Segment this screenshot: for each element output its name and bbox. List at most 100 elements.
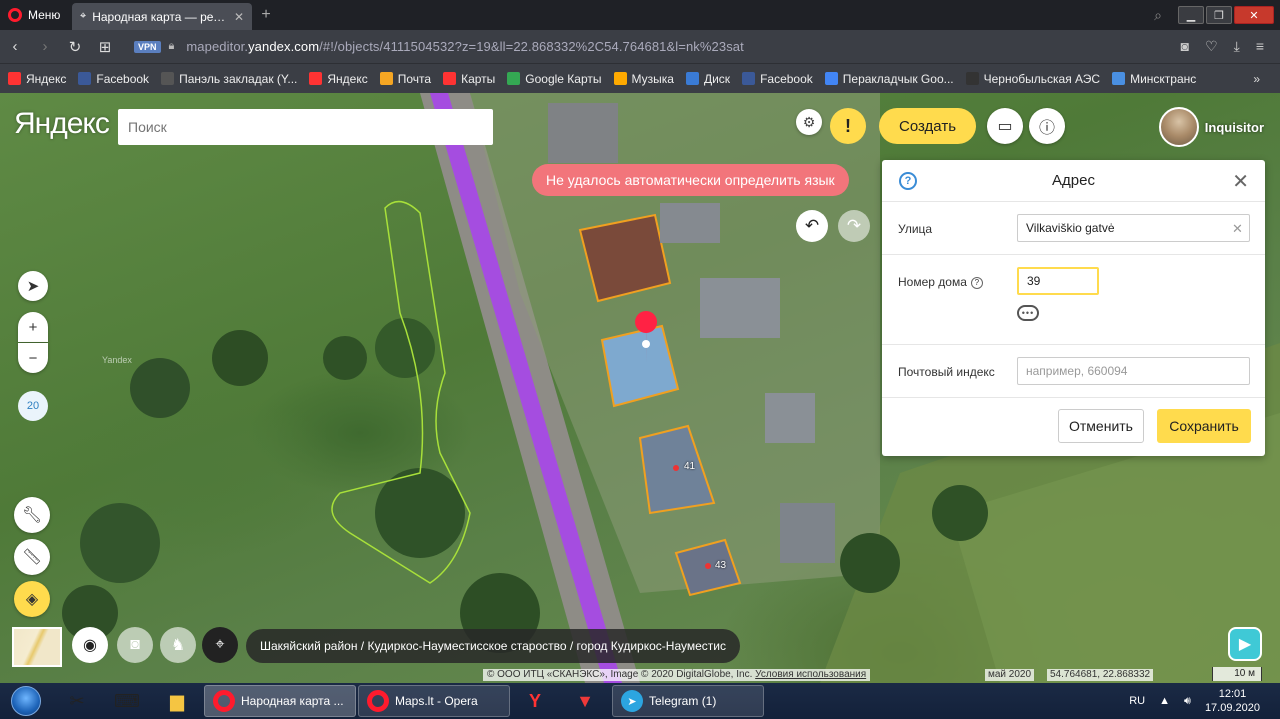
zoom-in-button[interactable]: +: [18, 312, 48, 342]
back-icon[interactable]: ‹: [0, 38, 30, 55]
windows-logo-icon: [11, 686, 41, 716]
cancel-button[interactable]: Отменить: [1058, 409, 1144, 443]
bookmark-item[interactable]: Чернобыльская АЭС: [965, 72, 1100, 86]
bookmark-item[interactable]: Перакладчык Goo...: [824, 72, 954, 86]
opera-menu-button[interactable]: Меню: [0, 0, 72, 30]
coordinates-readout: 54.764681, 22.868332: [1047, 669, 1154, 681]
bookmark-item[interactable]: Минсктранс: [1112, 72, 1196, 86]
taskbar-task-mapslt[interactable]: Maps.lt - Opera: [358, 685, 510, 717]
zoom-out-button[interactable]: −: [18, 343, 48, 373]
start-button[interactable]: [0, 683, 52, 719]
translate-icon: [824, 72, 838, 85]
taskbar-task-narodnaya[interactable]: Народная карта ...: [204, 685, 356, 717]
create-button[interactable]: Создать: [879, 108, 977, 144]
avatar[interactable]: [1158, 107, 1199, 147]
bookmarks-bar: Яндекс Facebook Панэль закладак (Y... Яндек…: [0, 63, 1280, 93]
close-icon[interactable]: ✕: [1232, 169, 1249, 194]
yandex-icon: [8, 72, 21, 85]
close-window-button[interactable]: ✕: [1234, 6, 1274, 24]
alert-exclamation-icon[interactable]: !: [830, 108, 866, 144]
address-panel: ? Адрес ✕ Улица ✕ Номер дома? ••• Почтов…: [882, 160, 1265, 456]
bookmark-item[interactable]: Facebook: [78, 72, 149, 86]
new-tab-button[interactable]: +: [254, 0, 278, 30]
explorer-folder-icon[interactable]: ▆: [152, 684, 202, 718]
url-field[interactable]: mapeditor.yandex.com/#!/objects/41115045…: [186, 39, 743, 54]
layers-icon[interactable]: ◈: [14, 581, 50, 617]
forward-icon[interactable]: ›: [30, 38, 60, 55]
house-help-icon[interactable]: ?: [970, 276, 983, 289]
ruler-icon[interactable]: 📏︎: [14, 539, 50, 575]
bookmark-item[interactable]: Яндекс: [309, 71, 368, 86]
settings-gear-icon[interactable]: ⚙: [796, 109, 822, 135]
tab-close-icon[interactable]: ✕: [234, 10, 244, 24]
bookmark-item[interactable]: Яндекс: [8, 72, 66, 86]
location-pin-icon[interactable]: ⌖: [202, 627, 238, 663]
clear-street-icon[interactable]: ✕: [1232, 221, 1243, 237]
snipping-tool-icon[interactable]: ✂: [52, 684, 102, 718]
minimap[interactable]: [12, 627, 62, 667]
user-profile[interactable]: Inquisitor: [1158, 107, 1264, 147]
volume-icon[interactable]: 🔊︎: [1184, 695, 1191, 708]
bookmark-item[interactable]: Google Карты: [507, 72, 602, 86]
chat-icon[interactable]: ▭: [987, 108, 1023, 144]
undo-icon[interactable]: ↶: [796, 210, 828, 242]
street-view-icon[interactable]: ♞: [160, 627, 196, 663]
download-icon[interactable]: ⤓: [1234, 38, 1240, 55]
bookmarks-more-button[interactable]: »: [1253, 72, 1260, 86]
help-icon[interactable]: ?: [899, 172, 917, 190]
street-row: Улица ✕: [882, 202, 1265, 255]
language-indicator[interactable]: RU: [1129, 695, 1145, 707]
yandex-browser-icon[interactable]: Y: [510, 684, 560, 718]
camera-photo-icon[interactable]: ◙: [117, 627, 153, 663]
bookmark-item[interactable]: Почта: [379, 72, 431, 86]
map-search-input[interactable]: [118, 109, 493, 145]
info-wrap: ⓘ: [1029, 108, 1065, 144]
more-options-icon[interactable]: •••: [1017, 305, 1039, 321]
reload-icon[interactable]: ↻: [60, 38, 90, 56]
yandex-icon: [309, 72, 323, 85]
keyboard-icon[interactable]: ⌨: [102, 684, 152, 718]
house-row: Номер дома? •••: [882, 255, 1265, 345]
search-tabs-icon[interactable]: ⌕: [1154, 7, 1162, 24]
next-arrow-icon[interactable]: ▶: [1228, 627, 1262, 661]
speed-dial-icon[interactable]: ⊞: [90, 38, 120, 56]
street-input[interactable]: [1017, 214, 1250, 242]
postal-code-input[interactable]: [1017, 357, 1250, 385]
house-label-41: 41: [684, 461, 696, 472]
copyright: © ООО ИТЦ «СКАНЭКС», Image © 2020 Digita…: [483, 669, 871, 681]
house-number-input[interactable]: [1017, 267, 1099, 295]
clock[interactable]: 12:01 17.09.2020: [1205, 687, 1260, 715]
vpn-badge[interactable]: VPN: [134, 40, 161, 53]
redo-icon[interactable]: ↷: [838, 210, 870, 242]
tray-arrow-icon[interactable]: ▲: [1159, 695, 1170, 707]
task-title: Maps.lt - Opera: [395, 694, 478, 708]
bookmark-item[interactable]: Facebook: [742, 72, 813, 86]
camera-icon[interactable]: ◙: [1181, 38, 1189, 55]
zoom-level-indicator: 20: [18, 391, 48, 421]
bookmark-item[interactable]: Карты: [443, 72, 495, 86]
terms-link[interactable]: Условия использования: [755, 669, 866, 680]
facebook-icon: [742, 72, 756, 85]
vivaldi-icon[interactable]: ▼: [560, 684, 610, 718]
panorama-person-icon[interactable]: ◉: [72, 627, 108, 663]
info-icon[interactable]: ⓘ: [1029, 108, 1065, 144]
save-button[interactable]: Сохранить: [1157, 409, 1251, 443]
opera-menu-label: Меню: [28, 8, 61, 22]
lock-icon[interactable]: 🔒︎: [169, 40, 175, 53]
url-rest: /#!/objects/4111504532?z=19&ll=22.868332…: [319, 39, 744, 54]
wrench-icon[interactable]: 🔧︎: [14, 497, 50, 533]
menu-lines-icon[interactable]: ≡: [1256, 38, 1264, 55]
windows-taskbar: ✂ ⌨ ▆ Народная карта ... Maps.lt - Opera…: [0, 683, 1280, 719]
taskbar-task-telegram[interactable]: ➤ Telegram (1): [612, 685, 764, 717]
minimize-button[interactable]: ▁: [1178, 6, 1204, 24]
locate-arrow-icon[interactable]: ➤: [18, 271, 48, 301]
disk-icon: [685, 72, 699, 85]
bookmark-label: Яндекс: [327, 71, 368, 86]
bookmark-item[interactable]: Панэль закладак (Y...: [161, 72, 297, 86]
bookmark-item[interactable]: Диск: [685, 72, 730, 86]
bookmark-item[interactable]: Музыка: [613, 72, 674, 86]
tab-narodnaya-karta[interactable]: ⌖ Народная карта — редакт ✕: [72, 3, 252, 30]
heart-icon[interactable]: ♡: [1205, 38, 1218, 55]
restore-button[interactable]: ❐: [1206, 6, 1232, 24]
yandex-logo[interactable]: Яндекс: [14, 107, 110, 141]
